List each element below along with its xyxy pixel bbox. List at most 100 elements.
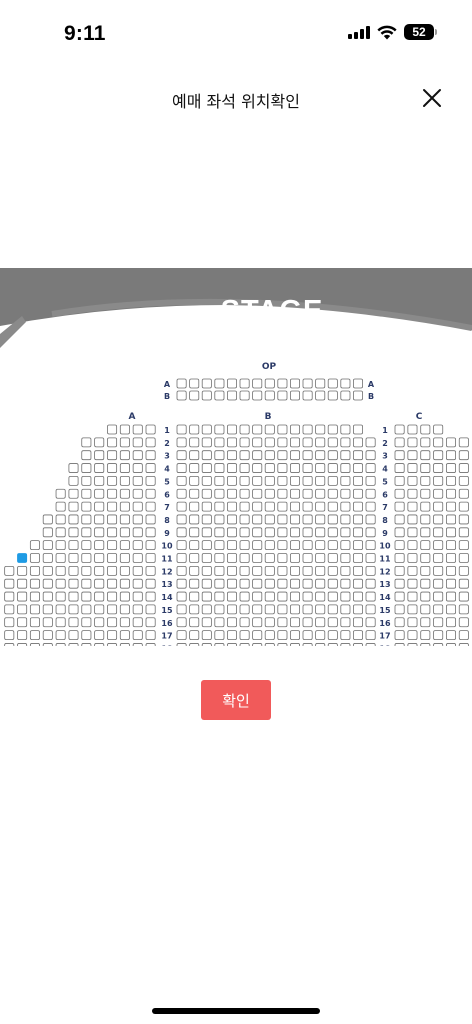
seat[interactable]	[340, 643, 351, 646]
seat[interactable]	[4, 591, 15, 602]
seat[interactable]	[132, 450, 143, 461]
seat[interactable]	[176, 604, 187, 615]
seat[interactable]	[94, 514, 105, 525]
seat[interactable]	[145, 540, 156, 551]
seat[interactable]	[302, 488, 313, 499]
seat[interactable]	[315, 643, 326, 646]
seat[interactable]	[394, 591, 405, 602]
seat[interactable]	[94, 617, 105, 628]
seat[interactable]	[302, 424, 313, 435]
seat[interactable]	[107, 488, 118, 499]
seat[interactable]	[132, 630, 143, 641]
seat[interactable]	[433, 475, 444, 486]
seat[interactable]	[214, 424, 225, 435]
seat[interactable]	[394, 475, 405, 486]
seat[interactable]	[327, 617, 338, 628]
seat[interactable]	[340, 578, 351, 589]
seat[interactable]	[445, 553, 456, 563]
seat[interactable]	[145, 617, 156, 628]
seat[interactable]	[365, 463, 376, 473]
seat[interactable]	[42, 540, 53, 551]
seat[interactable]	[42, 643, 53, 646]
seat[interactable]	[352, 514, 363, 525]
seat[interactable]	[433, 424, 444, 435]
highlighted-seat[interactable]	[17, 553, 28, 563]
seat[interactable]	[252, 578, 263, 589]
seat[interactable]	[239, 437, 250, 448]
seat[interactable]	[29, 565, 40, 576]
seat[interactable]	[201, 527, 212, 538]
seat[interactable]	[340, 378, 351, 389]
seat[interactable]	[394, 527, 405, 538]
seat[interactable]	[107, 437, 118, 448]
seat[interactable]	[264, 514, 275, 525]
seat[interactable]	[239, 591, 250, 602]
seat[interactable]	[264, 450, 275, 461]
seat[interactable]	[302, 578, 313, 589]
seat[interactable]	[252, 591, 263, 602]
seat[interactable]	[264, 591, 275, 602]
seat[interactable]	[239, 475, 250, 486]
seat[interactable]	[352, 604, 363, 615]
seat[interactable]	[132, 643, 143, 646]
seat[interactable]	[433, 488, 444, 499]
seat[interactable]	[107, 591, 118, 602]
seat[interactable]	[327, 424, 338, 435]
seat[interactable]	[277, 475, 288, 486]
seat[interactable]	[365, 437, 376, 448]
confirm-button[interactable]: 확인	[201, 680, 271, 720]
seat[interactable]	[214, 488, 225, 499]
seat[interactable]	[340, 591, 351, 602]
seat[interactable]	[55, 604, 66, 615]
close-icon[interactable]	[420, 86, 444, 110]
seat[interactable]	[189, 475, 200, 486]
seat[interactable]	[189, 617, 200, 628]
seat[interactable]	[340, 527, 351, 538]
seat[interactable]	[17, 565, 28, 576]
seat[interactable]	[68, 463, 79, 473]
seat[interactable]	[445, 565, 456, 576]
seat[interactable]	[94, 643, 105, 646]
seat[interactable]	[315, 437, 326, 448]
seat[interactable]	[55, 591, 66, 602]
seat[interactable]	[302, 463, 313, 473]
seat[interactable]	[119, 488, 130, 499]
seat[interactable]	[68, 553, 79, 563]
seat[interactable]	[226, 540, 237, 551]
seat[interactable]	[277, 463, 288, 473]
seat[interactable]	[327, 591, 338, 602]
seat[interactable]	[145, 604, 156, 615]
seat[interactable]	[420, 565, 431, 576]
seat[interactable]	[94, 604, 105, 615]
seat[interactable]	[145, 514, 156, 525]
seat[interactable]	[407, 463, 418, 473]
seat[interactable]	[264, 501, 275, 512]
seat[interactable]	[29, 553, 40, 563]
seat[interactable]	[81, 540, 92, 551]
seat[interactable]	[107, 643, 118, 646]
seat[interactable]	[119, 463, 130, 473]
seat[interactable]	[4, 604, 15, 615]
seat[interactable]	[264, 378, 275, 389]
seat[interactable]	[264, 617, 275, 628]
seat[interactable]	[201, 390, 212, 401]
seat[interactable]	[252, 378, 263, 389]
seat[interactable]	[119, 527, 130, 538]
seat[interactable]	[458, 591, 469, 602]
seat[interactable]	[189, 450, 200, 461]
seat[interactable]	[264, 540, 275, 551]
seat[interactable]	[352, 475, 363, 486]
seat[interactable]	[252, 463, 263, 473]
seat[interactable]	[226, 378, 237, 389]
seat[interactable]	[239, 514, 250, 525]
seat[interactable]	[4, 617, 15, 628]
seat[interactable]	[302, 604, 313, 615]
seat[interactable]	[365, 604, 376, 615]
seat[interactable]	[352, 553, 363, 563]
seat[interactable]	[239, 527, 250, 538]
seat[interactable]	[289, 437, 300, 448]
seat[interactable]	[407, 501, 418, 512]
seat[interactable]	[315, 463, 326, 473]
seat[interactable]	[433, 591, 444, 602]
seat[interactable]	[119, 437, 130, 448]
